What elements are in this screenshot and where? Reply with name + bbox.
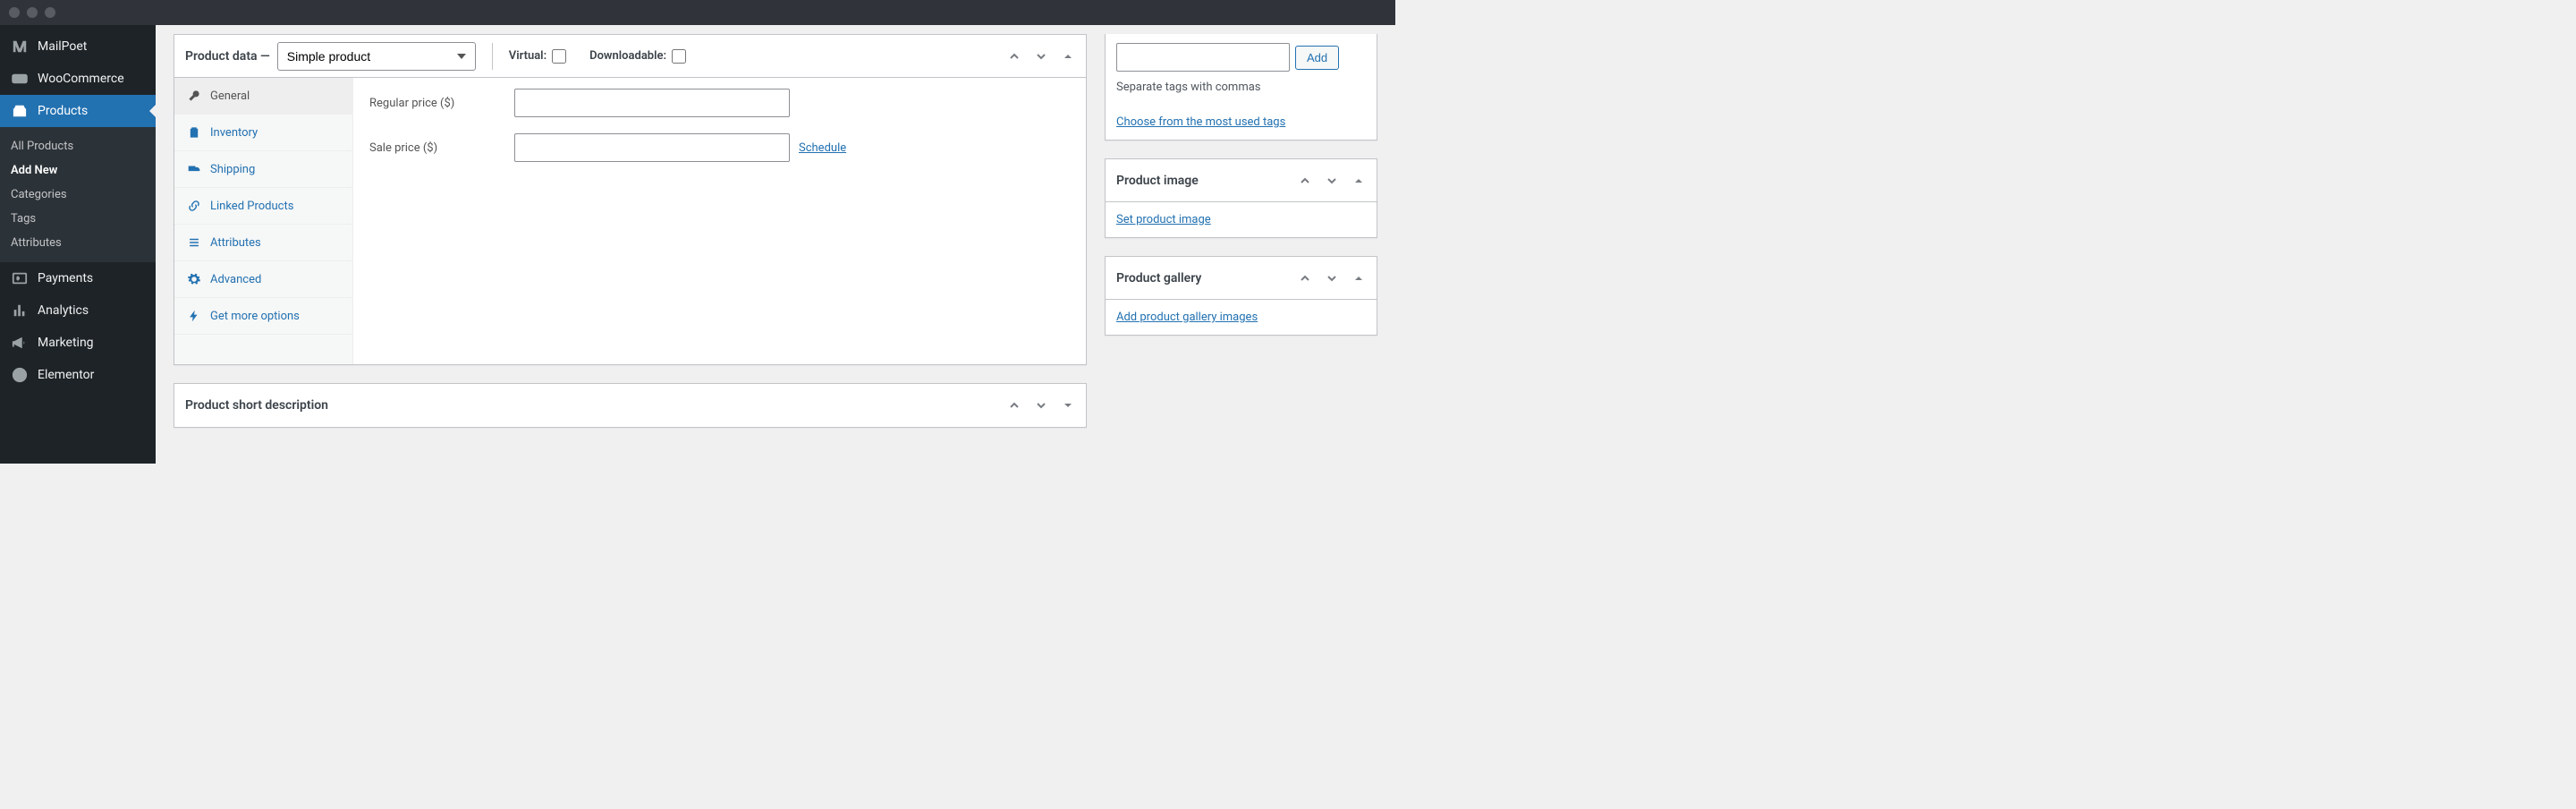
set-product-image-link[interactable]: Set product image — [1116, 213, 1211, 226]
truck-icon — [187, 162, 201, 176]
menu-label: Analytics — [38, 303, 89, 318]
downloadable-checkbox[interactable] — [672, 49, 686, 64]
traffic-zoom-icon[interactable] — [45, 7, 55, 18]
toggle-panel-icon[interactable] — [1346, 266, 1371, 291]
product-image-title: Product image — [1106, 174, 1292, 188]
tab-attributes[interactable]: Attributes — [174, 225, 352, 261]
downloadable-field[interactable]: Downloadable: — [589, 49, 686, 64]
submenu-all-products[interactable]: All Products — [0, 134, 156, 158]
tab-label: Advanced — [210, 273, 261, 286]
submenu-attributes[interactable]: Attributes — [0, 231, 156, 255]
elementor-icon — [11, 366, 29, 384]
tab-general[interactable]: General — [174, 78, 352, 115]
tab-get-more-options[interactable]: Get more options — [174, 298, 352, 335]
tab-label: Inventory — [210, 126, 258, 140]
content-area: Product data — Simple product Virtual: D… — [156, 25, 1395, 464]
move-up-icon[interactable] — [1292, 266, 1318, 291]
move-down-icon[interactable] — [1029, 44, 1054, 69]
analytics-icon — [11, 302, 29, 319]
product-data-title: Product data — — [185, 49, 270, 64]
tab-label: Get more options — [210, 310, 300, 323]
tab-advanced[interactable]: Advanced — [174, 261, 352, 298]
menu-marketing[interactable]: Marketing — [0, 327, 156, 359]
menu-label: Elementor — [38, 368, 94, 382]
wrench-icon — [187, 89, 201, 103]
tags-hint: Separate tags with commas — [1106, 81, 1377, 105]
tab-label: Linked Products — [210, 200, 293, 213]
short-description-box: Product short description — [174, 383, 1087, 428]
lightning-icon — [187, 309, 201, 323]
mailpoet-icon — [11, 38, 29, 55]
add-gallery-images-link[interactable]: Add product gallery images — [1116, 311, 1258, 324]
products-submenu: All Products Add New Categories Tags Att… — [0, 127, 156, 262]
tab-linked-products[interactable]: Linked Products — [174, 188, 352, 225]
products-icon — [11, 102, 29, 120]
toggle-panel-icon[interactable] — [1055, 393, 1080, 418]
move-down-icon[interactable] — [1319, 266, 1344, 291]
product-data-title-row: Product data — Simple product Virtual: D… — [174, 42, 1002, 71]
tab-label: Shipping — [210, 163, 255, 176]
link-icon — [187, 199, 201, 213]
gear-icon — [187, 272, 201, 286]
product-gallery-box: Product gallery Add product gallery imag… — [1105, 256, 1377, 336]
megaphone-icon — [11, 334, 29, 352]
submenu-tags[interactable]: Tags — [0, 207, 156, 231]
sale-price-input[interactable] — [514, 133, 790, 162]
menu-products[interactable]: Products — [0, 95, 156, 127]
menu-analytics[interactable]: Analytics — [0, 294, 156, 327]
tab-shipping[interactable]: Shipping — [174, 151, 352, 188]
menu-label: Products — [38, 104, 88, 118]
regular-price-label: Regular price ($) — [369, 97, 514, 110]
schedule-link[interactable]: Schedule — [799, 141, 846, 155]
tags-input[interactable] — [1116, 43, 1290, 72]
product-type-select[interactable]: Simple product — [277, 42, 476, 71]
short-description-title: Product short description — [174, 398, 1002, 413]
move-down-icon[interactable] — [1029, 393, 1054, 418]
menu-elementor[interactable]: Elementor — [0, 359, 156, 391]
menu-label: MailPoet — [38, 39, 87, 54]
toggle-panel-icon[interactable] — [1346, 168, 1371, 193]
payments-icon — [11, 269, 29, 287]
product-image-box: Product image Set product image — [1105, 158, 1377, 238]
product-data-box: Product data — Simple product Virtual: D… — [174, 34, 1087, 365]
menu-woocommerce[interactable]: WooCommerce — [0, 63, 156, 95]
product-tags-box: Add Separate tags with commas Choose fro… — [1105, 34, 1377, 141]
admin-sidebar: MailPoet WooCommerce Products All Produc… — [0, 25, 156, 464]
menu-payments[interactable]: Payments — [0, 262, 156, 294]
toggle-panel-icon[interactable] — [1055, 44, 1080, 69]
submenu-add-new[interactable]: Add New — [0, 158, 156, 183]
virtual-checkbox[interactable] — [552, 49, 566, 64]
list-icon — [187, 235, 201, 250]
menu-mailpoet[interactable]: MailPoet — [0, 30, 156, 63]
choose-tags-link[interactable]: Choose from the most used tags — [1116, 115, 1285, 129]
product-gallery-title: Product gallery — [1106, 271, 1292, 285]
virtual-label: Virtual: — [509, 49, 547, 63]
divider — [492, 43, 493, 70]
downloadable-label: Downloadable: — [589, 49, 666, 63]
menu-label: Payments — [38, 271, 93, 285]
product-data-tabs: General Inventory Shipping Linked P — [174, 78, 353, 364]
move-up-icon[interactable] — [1002, 44, 1027, 69]
woocommerce-icon — [11, 70, 29, 88]
tab-label: Attributes — [210, 236, 261, 250]
menu-label: WooCommerce — [38, 72, 124, 86]
sale-price-label: Sale price ($) — [369, 141, 514, 155]
mac-titlebar — [0, 0, 1395, 25]
virtual-field[interactable]: Virtual: — [509, 49, 566, 64]
traffic-close-icon[interactable] — [9, 7, 20, 18]
move-down-icon[interactable] — [1319, 168, 1344, 193]
add-tag-button[interactable]: Add — [1295, 46, 1339, 70]
move-up-icon[interactable] — [1292, 168, 1318, 193]
traffic-minimize-icon[interactable] — [27, 7, 38, 18]
tab-label: General — [210, 89, 250, 103]
general-panel: Regular price ($) Sale price ($) Schedul… — [353, 78, 1086, 364]
regular-price-input[interactable] — [514, 89, 790, 117]
tab-inventory[interactable]: Inventory — [174, 115, 352, 151]
submenu-categories[interactable]: Categories — [0, 183, 156, 207]
menu-label: Marketing — [38, 336, 94, 350]
clipboard-icon — [187, 125, 201, 140]
move-up-icon[interactable] — [1002, 393, 1027, 418]
